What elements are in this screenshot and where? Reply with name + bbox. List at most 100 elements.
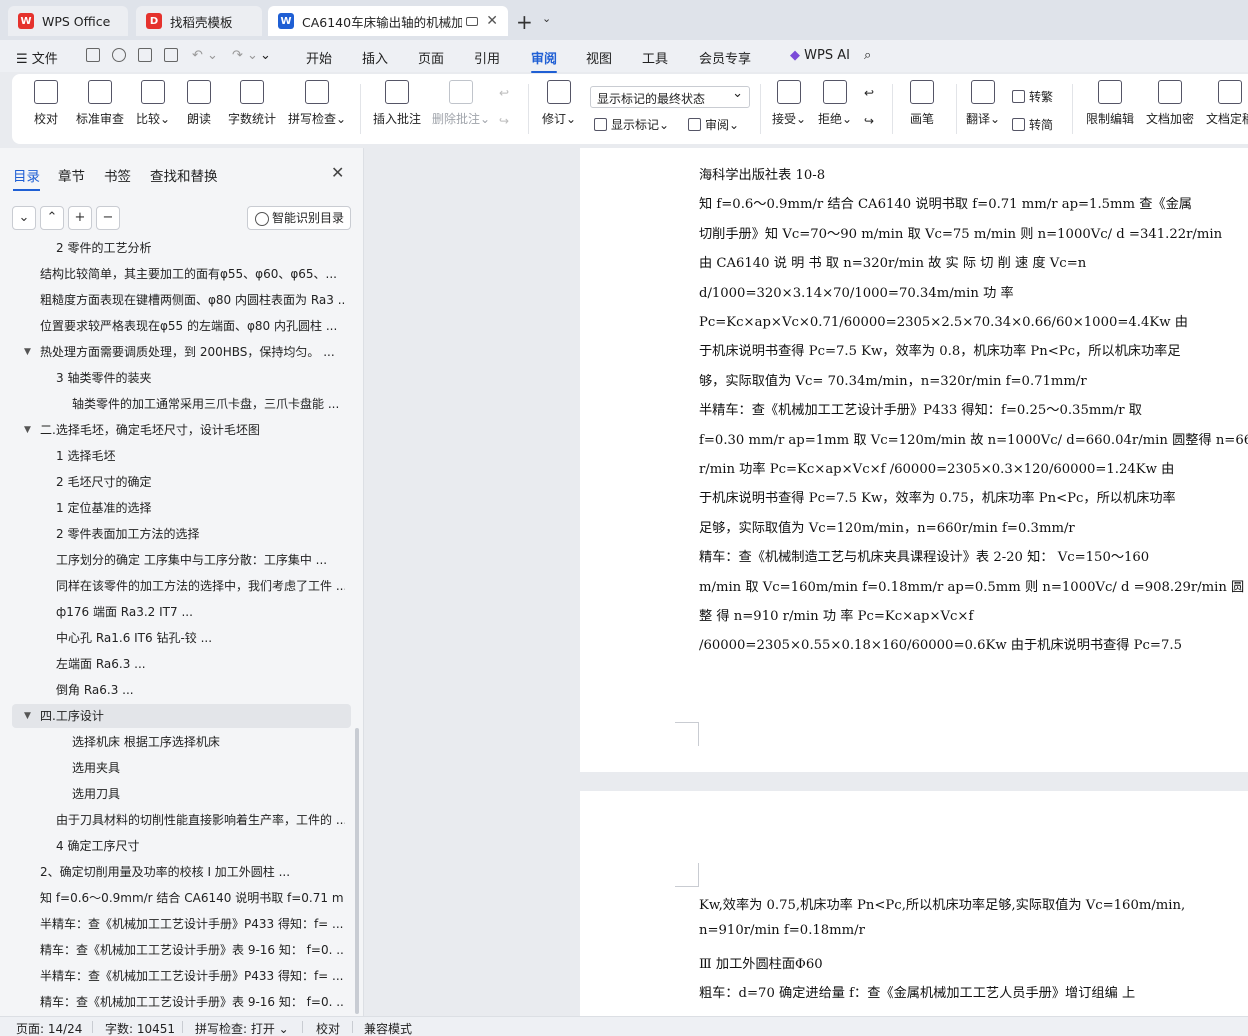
spell-check-button[interactable]: 拼写检查⌄ [288,80,346,127]
restrict-edit-button[interactable]: 限制编辑 [1086,80,1134,127]
delete-comment-button[interactable]: 删除批注⌄ [432,80,490,127]
proofread-status[interactable]: 校对 [316,1020,340,1036]
doc-text-line[interactable]: r/min 功率 Pc=Kc×ap×Vc×f /60000=2305×0.3×1… [699,458,1174,477]
doc-encrypt-button[interactable]: 文档加密 [1146,80,1194,127]
read-aloud-button[interactable]: 朗读 [187,80,211,127]
undo-icon[interactable]: ↶ ⌄ [192,48,218,63]
doc-text-line[interactable]: 整 得 n=910 r/min 功 率 Pc=Kc×ap×Vc×f [699,605,973,624]
close-icon[interactable]: ✕ [331,163,344,182]
standard-review-button[interactable]: 标准审查 [76,80,124,127]
toc-item[interactable]: ▼ 二.选择毛坯，确定毛坯尺寸，设计毛坯图 [0,418,352,442]
to-simplified-button[interactable]: 转简 [1012,116,1053,133]
remove-icon[interactable]: − [96,206,120,230]
toc-item[interactable]: 结构比较简单，其主要加工的面有φ55、φ60、φ65、... [0,262,352,286]
doc-text-line[interactable]: 够，实际取值为 Vc= 70.34m/min，n=320r/min f=0.71… [699,370,1087,389]
page-indicator[interactable]: 页面: 14/24 [16,1020,82,1036]
proofread-button[interactable]: 校对 [34,80,58,127]
show-markup-button[interactable]: 显示标记⌄ [594,116,669,133]
toc-item[interactable]: 半精车：查《机械加工工艺设计手册》P433 得知：f= ... [0,912,352,936]
doc-text-line[interactable]: f=0.30 mm/r ap=1mm 取 Vc=120m/min 故 n=100… [699,429,1248,448]
toc-item[interactable]: 同样在该零件的加工方法的选择中，我们考虑了工件 ... [0,574,352,598]
doc-text-line[interactable]: 粗车：d=70 确定进给量 f：查《金属机械加工工艺人员手册》增订组编 上 [699,982,1135,1001]
menu-page[interactable]: 页面 [418,48,444,67]
save-icon[interactable] [86,48,100,62]
toc-item[interactable]: 选用夹具 [0,756,352,780]
display-state-select[interactable]: 显示标记的最终状态 [590,86,750,108]
word-count-button[interactable]: 字数统计 [228,80,276,127]
prev-comment-icon[interactable]: ↩ [499,86,509,100]
accept-button[interactable]: 接受⌄ [772,80,806,127]
menu-review[interactable]: 审阅 [531,48,558,73]
menu-view[interactable]: 视图 [586,48,612,67]
menu-member[interactable]: 会员专享 [699,48,751,67]
menu-start[interactable]: 开始 [306,48,332,67]
expand-arrow-icon[interactable]: ▼ [24,704,31,728]
menu-reference[interactable]: 引用 [474,48,500,67]
redo-icon[interactable]: ↷ ⌄ [232,48,258,63]
expand-down-icon[interactable]: ⌄ [12,206,36,230]
toc-item[interactable]: 位置要求较严格表现在φ55 的左端面、φ80 内孔圆柱 ... [0,314,352,338]
smart-toc-button[interactable]: 智能识别目录 [247,206,351,230]
menu-insert[interactable]: 插入 [362,48,388,67]
toc-item[interactable]: 1 选择毛坯 [0,444,352,468]
monitor-icon[interactable] [466,16,478,26]
doc-text-line[interactable]: Ⅲ 加工外圆柱面Φ60 [699,953,823,972]
toc-item[interactable]: 精车：查《机械加工工艺设计手册》表 9-16 知： f=0. ... [0,990,352,1014]
review-pane-button[interactable]: 审阅⌄ [688,116,739,133]
file-menu[interactable]: ☰ 文件 [16,48,58,67]
doc-text-line[interactable]: Pc=Kc×ap×Vc×0.71/60000=2305×2.5×70.34×0.… [699,311,1188,330]
toc-item[interactable]: 倒角 Ra6.3 ... [0,678,352,702]
doc-text-line[interactable]: m/min 取 Vc=160m/min f=0.18mm/r ap=0.5mm … [699,576,1244,595]
doc-final-button[interactable]: 文档定稿 [1206,80,1248,127]
toc-item[interactable]: 左端面 Ra6.3 ... [0,652,352,676]
translate-button[interactable]: 翻译⌄ [966,80,1000,127]
toc-item[interactable]: 2 零件的工艺分析 [0,236,352,260]
toc-item[interactable]: 选择机床 根据工序选择机床 [0,730,352,754]
expand-arrow-icon[interactable]: ▼ [24,418,31,442]
word-count[interactable]: 字数: 10451 [105,1020,175,1036]
collapse-up-icon[interactable]: ⌃ [40,206,64,230]
toc-item[interactable]: 4 确定工序尺寸 [0,834,352,858]
wps-ai-button[interactable]: ◆ WPS AI [790,48,850,63]
doc-text-line[interactable]: n=910r/min f=0.18mm/r [699,923,865,938]
doc-text-line[interactable]: Kw,效率为 0.75,机床功率 Pn<Pc,所以机床功率足够,实际取值为 Vc… [699,894,1185,913]
doc-text-line[interactable]: 海科学出版社表 10-8 [699,164,825,183]
toc-item[interactable]: ▼ 热处理方面需要调质处理，到 200HBS，保持均匀。 ... [0,340,352,364]
insert-comment-button[interactable]: 插入批注 [373,80,421,127]
toc-item[interactable]: 工序划分的确定 工序集中与工序分散：工序集中 ... [0,548,352,572]
doc-text-line[interactable]: 于机床说明书查得 Pc=7.5 Kw，效率为 0.75，机床功率 Pn<Pc，所… [699,487,1176,506]
toc-item[interactable]: 粗糙度方面表现在键槽两侧面、φ80 内圆柱表面为 Ra3 ... [0,288,352,312]
reject-button[interactable]: 拒绝⌄ [818,80,852,127]
spell-check-status[interactable]: 拼写检查: 打开 ⌄ [195,1020,289,1036]
doc-text-line[interactable]: d/1000=320×3.14×70/1000=70.34m/min 功 率 [699,282,1014,301]
nav-tab-toc[interactable]: 目录 [13,165,40,191]
toc-item[interactable]: 3 轴类零件的装夹 [0,366,352,390]
document-page[interactable]: 海科学出版社表 10-8 知 f=0.6～0.9mm/r 结合 CA6140 说明… [580,148,1248,772]
more-icon[interactable]: ⌄ [260,48,271,63]
search-icon[interactable]: ⌕ [864,48,871,63]
next-comment-icon[interactable]: ↪ [499,114,509,128]
compare-button[interactable]: 比较⌄ [136,80,170,127]
tab-wps-office[interactable]: W WPS Office [8,6,128,36]
nav-tab-chapter[interactable]: 章节 [58,165,85,185]
toc-item[interactable]: 中心孔 Ra1.6 IT6 钻孔-铰 ... [0,626,352,650]
toc-item[interactable]: 2、确定切削用量及功率的校核 Ⅰ 加工外圆柱 ... [0,860,352,884]
close-tab-icon[interactable]: ✕ [486,13,498,29]
toc-item[interactable]: 知 f=0.6～0.9mm/r 结合 CA6140 说明书取 f=0.71 m … [0,886,352,910]
doc-text-line[interactable]: 于机床说明书查得 Pc=7.5 Kw，效率为 0.8，机床功率 Pn<Pc，所以… [699,340,1181,359]
chevron-down-icon[interactable]: ⌄ [542,12,551,25]
toc-item[interactable]: 选用刀具 [0,782,352,806]
nav-tab-find-replace[interactable]: 查找和替换 [150,165,218,185]
nav-tab-bookmark[interactable]: 书签 [104,165,131,185]
toc-item[interactable]: 精车：查《机械加工工艺设计手册》表 9-16 知： f=0. ... [0,938,352,962]
revise-button[interactable]: 修订⌄ [542,80,576,127]
toc-item[interactable]: 由于刀具材料的切削性能直接影响着生产率，工件的 ... [0,808,352,832]
toc-item[interactable]: ф176 端面 Ra3.2 IT7 ... [0,600,352,624]
pen-button[interactable]: 画笔 [910,80,934,127]
toc-item[interactable]: 2 毛坯尺寸的确定 [0,470,352,494]
next-revision-icon[interactable]: ↪ [864,114,874,128]
prev-revision-icon[interactable]: ↩ [864,86,874,100]
tab-template[interactable]: D 找稻壳模板 [136,6,262,36]
doc-text-line[interactable]: 足够，实际取值为 Vc=120m/min，n=660r/min f=0.3mm/… [699,517,1075,536]
scrollbar-thumb[interactable] [355,728,359,1014]
